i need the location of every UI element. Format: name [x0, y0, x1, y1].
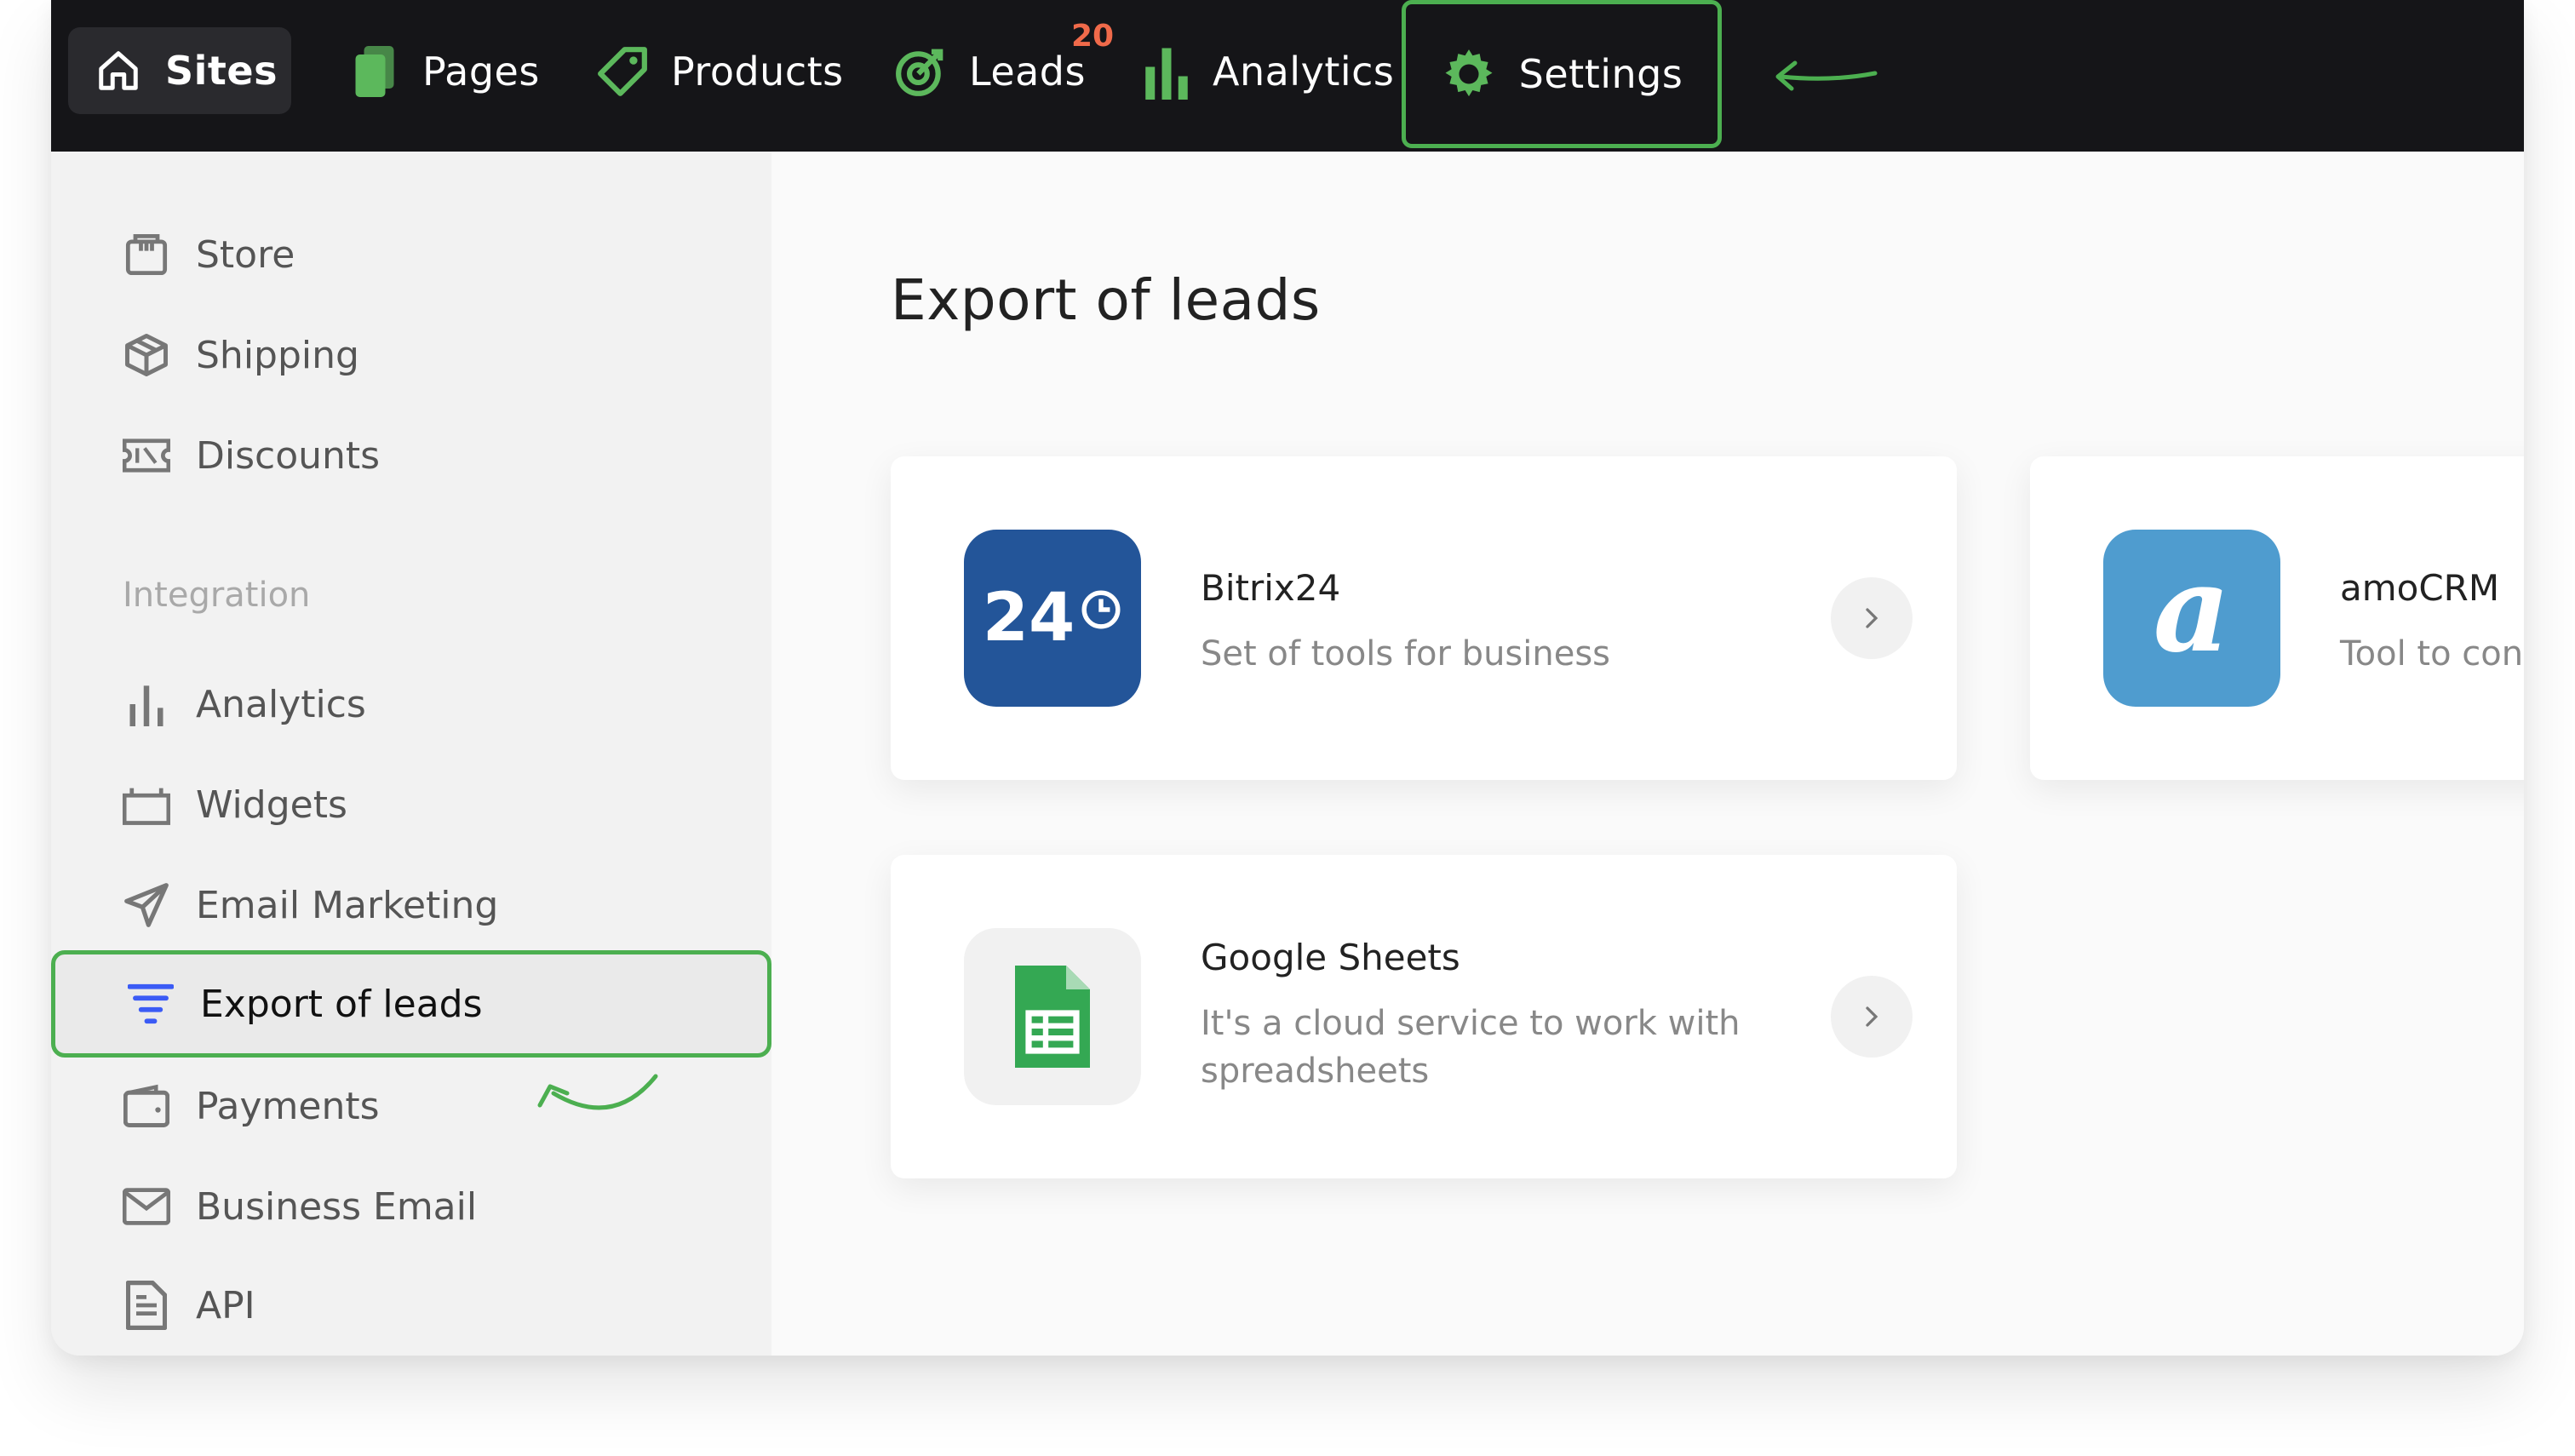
document-icon	[123, 1281, 170, 1330]
leads-count-badge: 20	[1071, 19, 1115, 54]
bitrix24-logo-text: 24	[982, 580, 1075, 656]
sidebar-item-label: Store	[196, 232, 295, 277]
page-title: Export of leads	[891, 267, 1321, 333]
nav-leads[interactable]: Leads	[894, 0, 1086, 143]
sidebar-item-label: Payments	[196, 1084, 380, 1128]
sidebar-item-store[interactable]: Store	[51, 204, 771, 305]
integration-card-amocrm[interactable]: a amoCRM Tool to con	[2030, 456, 2524, 780]
sidebar-item-label: API	[196, 1283, 255, 1327]
sidebar-item-label: Export of leads	[200, 982, 483, 1026]
nav-sites[interactable]: Sites	[68, 27, 291, 114]
chevron-right-icon[interactable]	[1831, 976, 1913, 1058]
sidebar-item-analytics[interactable]: Analytics	[51, 654, 771, 754]
clock-icon	[1081, 590, 1121, 629]
sidebar-item-label: Discounts	[196, 433, 381, 478]
tag-icon	[596, 45, 649, 98]
widget-icon	[123, 781, 170, 828]
card-title: Bitrix24	[1201, 567, 1341, 609]
sidebar-item-api[interactable]: API	[51, 1255, 771, 1356]
card-description: Tool to con	[2340, 634, 2524, 674]
nav-products-label: Products	[671, 49, 844, 95]
wallet-icon	[123, 1082, 170, 1130]
target-icon	[894, 45, 947, 98]
bar-chart-icon	[123, 680, 170, 728]
home-icon	[95, 48, 141, 94]
integration-card-google-sheets[interactable]: Google Sheets It's a cloud service to wo…	[891, 855, 1957, 1178]
amocrm-logo: a	[2103, 530, 2280, 707]
integration-card-bitrix24[interactable]: 24 Bitrix24 Set of tools for business	[891, 456, 1957, 780]
sidebar-item-widgets[interactable]: Widgets	[51, 754, 771, 855]
spreadsheet-icon	[1015, 966, 1090, 1068]
card-title: Google Sheets	[1201, 937, 1460, 978]
ticket-icon	[123, 432, 170, 479]
nav-analytics-label: Analytics	[1213, 49, 1395, 95]
sidebar-item-label: Email Marketing	[196, 883, 499, 927]
card-title: amoCRM	[2340, 567, 2500, 609]
bar-chart-icon	[1143, 43, 1190, 100]
main-content: Export of leads 24 Bitrix24 Set of tools…	[771, 152, 2524, 1356]
sidebar-item-discounts[interactable]: Discounts	[51, 405, 771, 506]
sidebar: Store Shipping Discounts Integration Ana…	[51, 152, 771, 1356]
nav-settings[interactable]: Settings	[1402, 0, 1722, 148]
sidebar-item-label: Shipping	[196, 333, 359, 377]
bitrix24-logo: 24	[964, 530, 1141, 707]
app-window: Sites Pages Products Leads 20 Analytics …	[51, 0, 2524, 1356]
pages-icon	[349, 43, 400, 100]
sidebar-heading-integration: Integration	[123, 576, 311, 615]
nav-leads-label: Leads	[969, 49, 1086, 95]
sidebar-item-label: Analytics	[196, 682, 366, 726]
store-icon	[123, 231, 170, 278]
google-sheets-logo	[964, 928, 1141, 1105]
mail-icon	[123, 1183, 170, 1230]
sidebar-item-export-of-leads[interactable]: Export of leads	[51, 950, 771, 1058]
card-description: Set of tools for business	[1201, 634, 1611, 674]
amocrm-logo-text: a	[2153, 540, 2231, 679]
annotation-arrow-icon	[1763, 44, 1882, 107]
nav-products[interactable]: Products	[596, 0, 844, 143]
chevron-right-icon[interactable]	[1831, 577, 1913, 659]
nav-pages[interactable]: Pages	[349, 0, 540, 143]
nav-settings-label: Settings	[1518, 51, 1683, 97]
send-icon	[123, 881, 170, 929]
sidebar-item-shipping[interactable]: Shipping	[51, 305, 771, 405]
nav-pages-label: Pages	[422, 49, 540, 95]
annotation-arrow-icon	[519, 1068, 664, 1139]
filter-icon	[127, 980, 175, 1028]
gear-icon	[1441, 46, 1497, 102]
sidebar-item-email-marketing[interactable]: Email Marketing	[51, 855, 771, 955]
sidebar-item-business-email[interactable]: Business Email	[51, 1156, 771, 1257]
top-navigation: Sites Pages Products Leads 20 Analytics …	[51, 0, 2524, 152]
nav-analytics[interactable]: Analytics	[1143, 0, 1394, 143]
sidebar-item-label: Widgets	[196, 782, 347, 827]
box-icon	[123, 331, 170, 379]
nav-sites-label: Sites	[165, 48, 278, 94]
card-description: It's a cloud service to work with spread…	[1201, 1004, 1741, 1091]
sidebar-item-label: Business Email	[196, 1184, 478, 1229]
